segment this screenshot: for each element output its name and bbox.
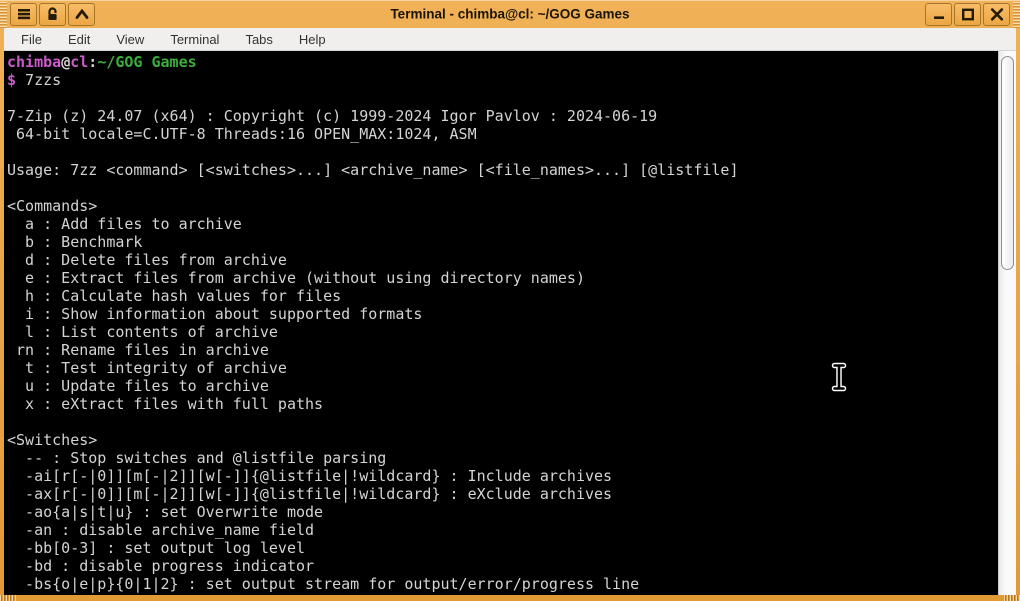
terminal-main-area: chimba@cl:~/GOG Games $ 7zzs 7-Zip (z) 24.… bbox=[4, 51, 1016, 595]
maximize-icon bbox=[961, 8, 975, 21]
terminal-segment: @ bbox=[61, 53, 71, 71]
menu-item-help[interactable]: Help bbox=[286, 28, 339, 50]
terminal-line: x : eXtract files with full paths bbox=[7, 395, 324, 413]
titlebar-right-grip[interactable] bbox=[1013, 1, 1020, 28]
terminal-segment: cl bbox=[70, 53, 89, 71]
terminal-line: -ao{a|s|t|u} : set Overwrite mode bbox=[7, 503, 324, 521]
menu-item-view[interactable]: View bbox=[103, 28, 157, 50]
terminal-line: b : Benchmark bbox=[7, 233, 143, 251]
unlock-icon bbox=[46, 7, 59, 21]
terminal-segment: : bbox=[88, 53, 98, 71]
menubar: File Edit View Terminal Tabs Help bbox=[4, 28, 1016, 51]
terminal-line: u : Update files to archive bbox=[7, 377, 269, 395]
minimize-button[interactable] bbox=[925, 2, 952, 26]
terminal-line: -ai[r[-|0]][m[-|2]][w[-]]{@listfile|!wil… bbox=[7, 467, 613, 485]
terminal-line: -ax[r[-|0]][m[-|2]][w[-]]{@listfile|!wil… bbox=[7, 485, 613, 503]
terminal-line: a : Add files to archive bbox=[7, 215, 242, 233]
maximize-button[interactable] bbox=[954, 2, 981, 26]
window-menu-button[interactable] bbox=[10, 2, 37, 26]
terminal-line: -bd : disable progress indicator bbox=[7, 557, 315, 575]
terminal-window: Terminal - chimba@cl: ~/GOG Games File E… bbox=[0, 0, 1020, 601]
terminal-line: rn : Rename files in archive bbox=[7, 341, 269, 359]
menu-item-file[interactable]: File bbox=[8, 28, 55, 50]
terminal-line: h : Calculate hash values for files bbox=[7, 287, 342, 305]
terminal-segment: 7zzs bbox=[16, 71, 62, 89]
stick-window-button[interactable] bbox=[39, 2, 66, 26]
terminal-line: Usage: 7zz <command> [<switches>...] <ar… bbox=[7, 161, 739, 179]
close-button[interactable] bbox=[983, 2, 1010, 26]
minimize-icon bbox=[932, 8, 946, 20]
terminal-segment: $ bbox=[7, 71, 17, 89]
terminal-line: t : Test integrity of archive bbox=[7, 359, 287, 377]
terminal-line: $ 7zzs bbox=[7, 71, 998, 89]
menu-item-edit[interactable]: Edit bbox=[55, 28, 103, 50]
bottom-right-resize-grip[interactable] bbox=[1004, 595, 1020, 601]
window-menu-icon bbox=[17, 8, 31, 20]
close-icon bbox=[990, 7, 1004, 21]
terminal-line: -bs{o|e|p}{0|1|2} : set output stream fo… bbox=[7, 575, 640, 593]
terminal-line: l : List contents of archive bbox=[7, 323, 278, 341]
terminal-line: <Commands> bbox=[7, 197, 98, 215]
terminal-output[interactable]: chimba@cl:~/GOG Games $ 7zzs 7-Zip (z) 24.… bbox=[4, 51, 998, 595]
terminal-line: e : Extract files from archive (without … bbox=[7, 269, 585, 287]
terminal-line: 64-bit locale=C.UTF-8 Threads:16 OPEN_MA… bbox=[7, 125, 477, 143]
titlebar-left-grip[interactable] bbox=[0, 1, 7, 28]
scrollbar-thumb[interactable] bbox=[1001, 56, 1014, 270]
scrollbar-track[interactable] bbox=[998, 51, 1016, 595]
menu-item-terminal[interactable]: Terminal bbox=[157, 28, 232, 50]
terminal-segment: ~/GOG Games bbox=[97, 53, 197, 71]
bottom-left-resize-grip[interactable] bbox=[0, 595, 16, 601]
terminal-line: 7-Zip (z) 24.07 (x64) : Copyright (c) 19… bbox=[7, 107, 658, 125]
terminal-line: d : Delete files from archive bbox=[7, 251, 287, 269]
menu-item-tabs[interactable]: Tabs bbox=[232, 28, 285, 50]
shade-window-button[interactable] bbox=[68, 2, 95, 26]
terminal-line: chimba@cl:~/GOG Games bbox=[7, 53, 998, 71]
terminal-segment: chimba bbox=[7, 53, 62, 71]
terminal-line: <Switches> bbox=[7, 431, 98, 449]
titlebar[interactable]: Terminal - chimba@cl: ~/GOG Games bbox=[0, 0, 1020, 28]
terminal-line: i : Show information about supported for… bbox=[7, 305, 423, 323]
terminal-line: -an : disable archive_name field bbox=[7, 521, 315, 539]
terminal-line: -bb[0-3] : set output log level bbox=[7, 539, 306, 557]
shade-up-icon bbox=[75, 9, 89, 19]
window-title: Terminal - chimba@cl: ~/GOG Games bbox=[390, 6, 630, 22]
terminal-line: -- : Stop switches and @listfile parsing bbox=[7, 449, 387, 467]
